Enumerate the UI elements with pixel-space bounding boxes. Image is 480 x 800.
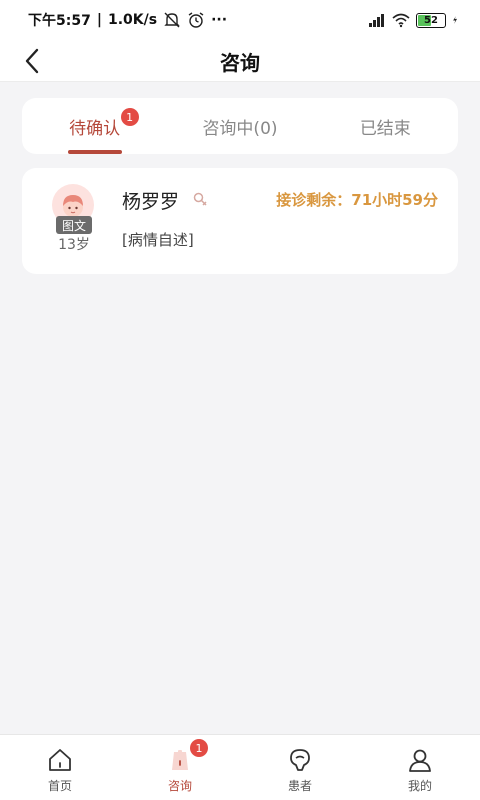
alarm-icon	[188, 12, 204, 28]
tab-finished-label: 已结束	[359, 118, 411, 139]
tab-pending-label: 待确认	[69, 118, 121, 139]
battery-icon: 52	[416, 12, 446, 28]
consult-type-tag: 图文	[56, 216, 92, 234]
patient-avatar-block: 图文 13岁	[52, 184, 96, 264]
bottom-nav-patients-label: 患者	[287, 779, 312, 793]
status-time: 下午5:57	[28, 13, 91, 29]
remaining-time: 接诊剩余：71小时59分	[276, 191, 438, 209]
page-title: 咨询	[220, 50, 260, 75]
nav-header: 咨询	[0, 40, 480, 82]
charging-icon	[453, 16, 457, 24]
bottom-nav-profile-label: 我的	[407, 779, 432, 793]
home-icon	[49, 749, 71, 771]
patient-icon	[290, 749, 310, 771]
tab-in-progress[interactable]: 咨询中(0)	[167, 98, 312, 154]
tab-active-indicator	[67, 150, 122, 154]
consultation-card[interactable]: 图文 13岁 杨罗罗 接诊剩余：71小时59分 [病情自述]	[22, 168, 458, 274]
bottom-nav-home-label: 首页	[47, 779, 72, 793]
profile-icon	[409, 749, 431, 772]
chief-complaint: [病情自述]	[122, 231, 194, 249]
battery-level: 52	[424, 14, 438, 26]
patient-age: 13岁	[58, 237, 90, 253]
wifi-icon	[392, 13, 410, 28]
patient-gender-icon	[193, 192, 207, 206]
tab-in-progress-label: 咨询中(0)	[202, 118, 278, 139]
mute-icon	[164, 12, 180, 28]
bottom-nav-home[interactable]: 首页	[0, 735, 120, 800]
bottom-nav-consult-badge: 1	[190, 739, 208, 757]
status-more: ···	[211, 12, 228, 28]
bottom-nav: 首页 1 咨询 患者 我的	[0, 734, 480, 800]
status-bar: 下午5:57 | 1.0K/s ··· 52	[0, 0, 480, 40]
bottom-nav-consult-label: 咨询	[167, 779, 192, 793]
bottom-nav-consult[interactable]: 1 咨询	[120, 735, 240, 800]
status-right: 52	[368, 12, 462, 28]
bottom-nav-patients[interactable]: 患者	[240, 735, 360, 800]
tab-bar: 待确认 1 咨询中(0) 已结束	[22, 98, 458, 154]
status-speed: 1.0K/s	[107, 12, 158, 28]
tab-pending[interactable]: 待确认 1	[22, 98, 167, 154]
status-left: 下午5:57 | 1.0K/s ···	[28, 10, 227, 30]
consult-icon	[172, 750, 188, 770]
patient-name: 杨罗罗	[122, 191, 180, 213]
signal-icon	[369, 14, 384, 27]
tab-pending-badge: 1	[120, 108, 139, 126]
bottom-nav-profile[interactable]: 我的	[360, 735, 480, 800]
tab-finished[interactable]: 已结束	[313, 98, 458, 154]
status-divider: |	[96, 12, 102, 28]
